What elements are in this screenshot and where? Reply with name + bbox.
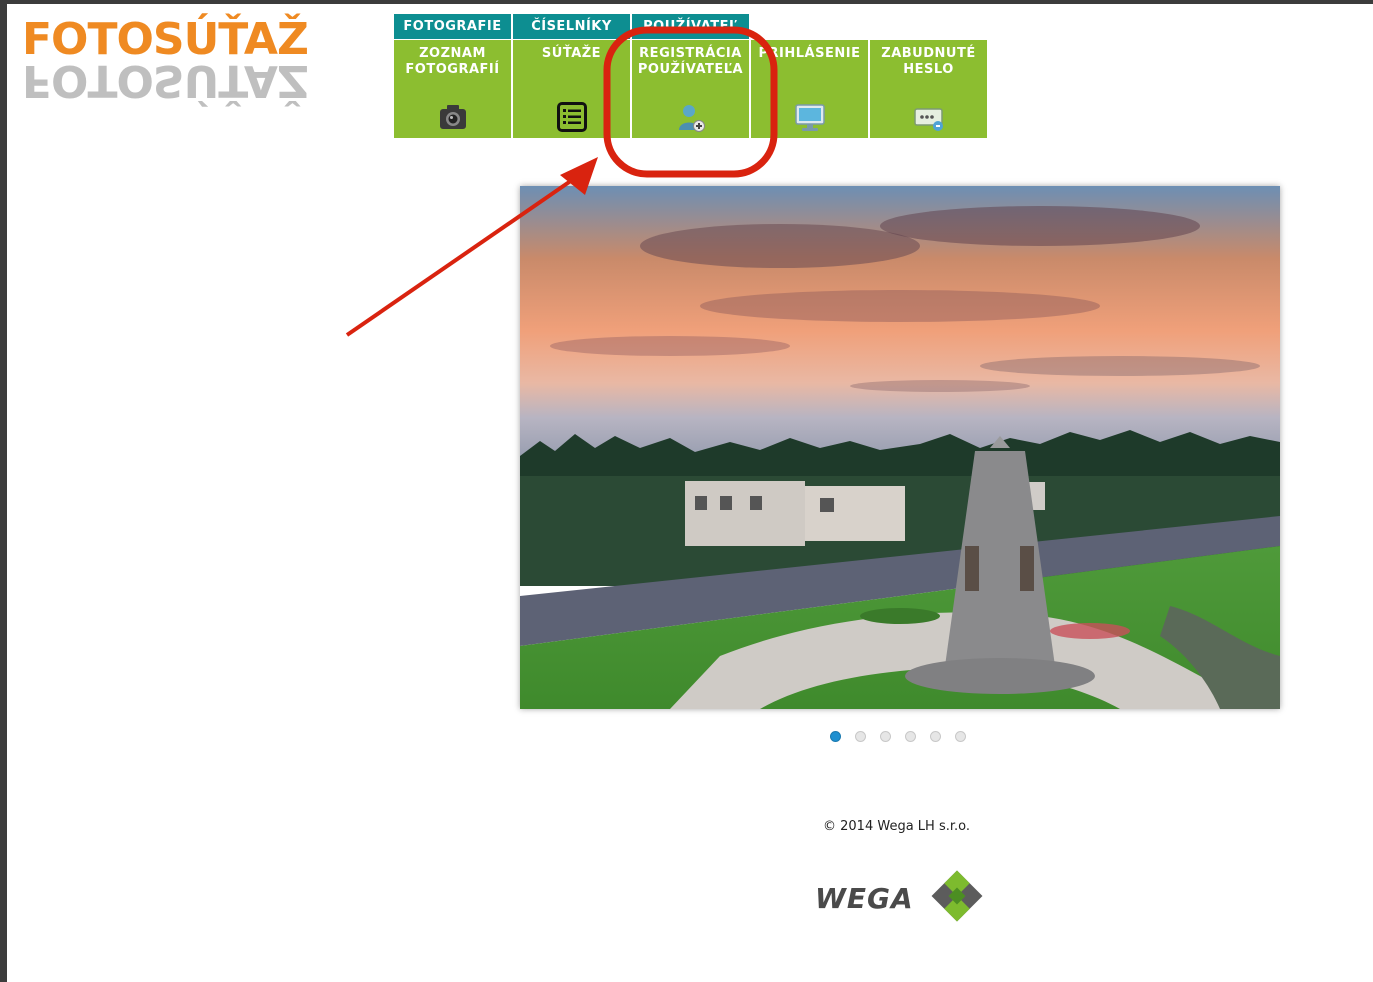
tab-pouzivatel[interactable]: POUŽÍVATEĽ — [632, 14, 749, 39]
site-logo-reflection: FOTOSÚŤAŽ — [22, 55, 308, 106]
add-user-icon — [678, 105, 705, 132]
menu-item-prihlasenie[interactable]: PRIHLÁSENIE — [751, 40, 868, 138]
password-key-icon — [913, 108, 943, 131]
menu-item-label: FOTOGRAFIÍ — [405, 62, 500, 77]
menu-item-label: HESLO — [903, 62, 954, 77]
menu-item-label: SÚŤAŽE — [541, 46, 602, 61]
menu-item-label: REGISTRÁCIA — [639, 46, 742, 61]
menu-item-label: ZABUDNUTÉ — [881, 46, 976, 61]
window-top-border — [0, 0, 1373, 4]
menu-item-label: ZOZNAM — [419, 46, 486, 61]
menu-item-registracia-pouzivatela[interactable]: REGISTRÁCIA POUŽÍVATEĽA — [632, 40, 749, 138]
slideshow-dot[interactable] — [905, 731, 916, 742]
camera-icon — [439, 105, 466, 129]
wega-logo-text: WEGA — [815, 882, 914, 915]
slideshow-dot[interactable] — [930, 731, 941, 742]
menu-item-zoznam-fotografii[interactable]: ZOZNAM FOTOGRAFIÍ — [394, 40, 511, 138]
menu-item-label: PRIHLÁSENIE — [758, 46, 861, 61]
tab-fotografie[interactable]: FOTOGRAFIE — [394, 14, 511, 39]
slideshow-dot[interactable] — [880, 731, 891, 742]
window-left-border — [0, 0, 7, 982]
menu-item-label: POUŽÍVATEĽA — [637, 62, 744, 77]
monitor-icon — [794, 104, 825, 131]
menu-item-sutaze[interactable]: SÚŤAŽE — [513, 40, 630, 138]
slideshow-dot[interactable] — [830, 731, 841, 742]
tab-ciselniky[interactable]: ČÍSELNÍKY — [513, 14, 630, 39]
slideshow-dot[interactable] — [955, 731, 966, 742]
footer-copyright: © 2014 Wega LH s.r.o. — [823, 819, 970, 834]
wega-company-logo[interactable]: WEGA — [815, 866, 990, 928]
slideshow-photo — [520, 186, 1280, 709]
menu-item-zabudnute-heslo[interactable]: ZABUDNUTÉ HESLO — [870, 40, 987, 138]
site-logo[interactable]: FOTOSÚŤAŽ FOTOSÚŤAŽ — [22, 14, 322, 110]
list-icon — [556, 102, 587, 132]
slideshow-pagination — [830, 731, 980, 745]
slideshow-dot[interactable] — [855, 731, 866, 742]
